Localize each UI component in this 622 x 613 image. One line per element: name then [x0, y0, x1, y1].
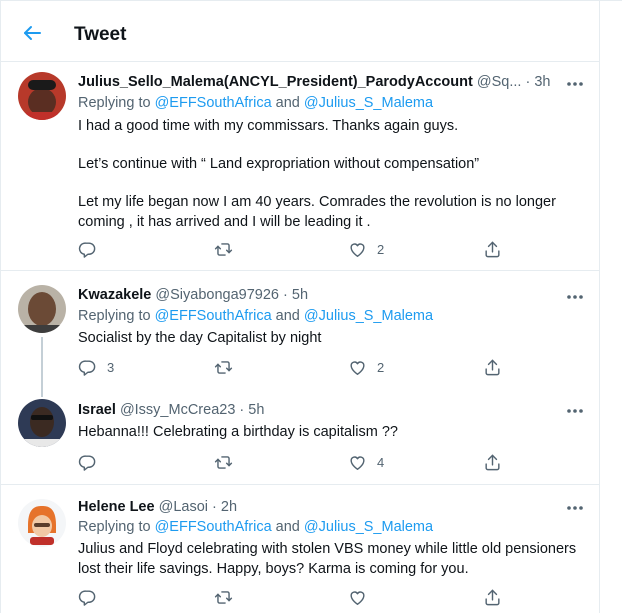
- share-button[interactable]: [483, 453, 502, 472]
- more-icon[interactable]: [566, 503, 584, 513]
- display-name[interactable]: Israel: [78, 402, 116, 418]
- share-icon: [483, 588, 502, 607]
- page-header: Tweet: [0, 1, 599, 62]
- mention-link[interactable]: @Julius_S_Malema: [304, 95, 433, 111]
- tweet-header: Kwazakele @Siyabonga97926 · 5h: [78, 287, 309, 303]
- reply-button[interactable]: [78, 588, 107, 607]
- share-button[interactable]: [483, 240, 502, 259]
- like-button[interactable]: 4: [348, 453, 384, 472]
- tweet-header: Israel @Issy_McCrea23 · 5h: [78, 402, 265, 418]
- mention-link[interactable]: @Julius_S_Malema: [304, 519, 433, 535]
- replying-to: Replying to @EFFSouthAfrica and @Julius_…: [78, 308, 434, 324]
- like-icon: [348, 453, 367, 472]
- handle[interactable]: @Lasoi: [159, 499, 208, 515]
- avatar[interactable]: [18, 399, 66, 447]
- tweet-text: Socialist by the day Capitalist by night: [78, 330, 322, 346]
- avatar[interactable]: [18, 499, 66, 547]
- tweet-text: I had a good time with my commissars. Th…: [78, 118, 556, 230]
- handle[interactable]: @Sq...: [477, 74, 522, 90]
- mention-link[interactable]: @Julius_S_Malema: [304, 308, 433, 324]
- back-button[interactable]: [20, 21, 44, 45]
- avatar[interactable]: [18, 72, 66, 120]
- tweet-header: Helene Lee @Lasoi · 2h: [78, 499, 238, 515]
- handle[interactable]: @Issy_McCrea23: [120, 402, 235, 418]
- avatar[interactable]: [18, 285, 66, 333]
- timestamp[interactable]: 5h: [248, 402, 264, 418]
- avatar-image: [18, 399, 66, 447]
- handle[interactable]: @Siyabonga97926: [155, 287, 279, 303]
- more-icon[interactable]: [566, 406, 584, 416]
- like-button[interactable]: 2: [348, 240, 384, 259]
- avatar-image: [18, 72, 66, 120]
- tweet-text: Hebanna!!! Celebrating a birthday is cap…: [78, 424, 398, 440]
- display-name[interactable]: Julius_Sello_Malema(ANCYL_President)_Par…: [78, 74, 473, 90]
- tweet-reply[interactable]: Kwazakele @Siyabonga97926 · 5h Replying …: [0, 271, 599, 397]
- retweet-icon: [214, 240, 233, 259]
- back-arrow-icon: [24, 26, 41, 40]
- display-name[interactable]: Kwazakele: [78, 287, 151, 303]
- right-border: [599, 0, 600, 613]
- like-icon: [348, 358, 367, 377]
- reply-button[interactable]: [78, 453, 107, 472]
- timestamp[interactable]: 3h: [534, 74, 550, 90]
- like-icon: [348, 588, 367, 607]
- tweet-actions: 4: [78, 453, 583, 475]
- tweet-actions: 3 2: [78, 358, 583, 380]
- tweet-actions: [78, 588, 583, 610]
- tweet-main[interactable]: Julius_Sello_Malema(ANCYL_President)_Par…: [0, 62, 599, 270]
- tweet-reply[interactable]: Israel @Issy_McCrea23 · 5h Hebanna!!! Ce…: [0, 385, 599, 484]
- reply-icon: [78, 453, 97, 472]
- share-icon: [483, 453, 502, 472]
- retweet-button[interactable]: [214, 453, 243, 472]
- mention-link[interactable]: @EFFSouthAfrica: [155, 95, 272, 111]
- retweet-icon: [214, 453, 233, 472]
- reply-button[interactable]: [78, 240, 107, 259]
- avatar-image: [18, 285, 66, 333]
- replying-to: Replying to @EFFSouthAfrica and @Julius_…: [78, 95, 434, 111]
- page-title: Tweet: [74, 24, 127, 45]
- retweet-button[interactable]: [214, 588, 243, 607]
- like-button[interactable]: 2: [348, 358, 384, 377]
- timestamp[interactable]: 5h: [292, 287, 308, 303]
- retweet-button[interactable]: [214, 240, 243, 259]
- tweet-actions: 2: [78, 240, 583, 262]
- more-icon[interactable]: [566, 292, 584, 302]
- reply-icon: [78, 588, 97, 607]
- share-button[interactable]: [483, 358, 502, 377]
- reply-button[interactable]: 3: [78, 358, 114, 377]
- replying-to: Replying to @EFFSouthAfrica and @Julius_…: [78, 519, 434, 535]
- reply-icon: [78, 358, 97, 377]
- more-icon[interactable]: [566, 79, 584, 89]
- avatar-image: [18, 499, 66, 547]
- retweet-icon: [214, 588, 233, 607]
- share-button[interactable]: [483, 588, 502, 607]
- retweet-button[interactable]: [214, 358, 243, 377]
- mention-link[interactable]: @EFFSouthAfrica: [155, 519, 272, 535]
- retweet-icon: [214, 358, 233, 377]
- reply-icon: [78, 240, 97, 259]
- tweet-text: Julius and Floyd celebrating with stolen…: [78, 541, 577, 577]
- display-name[interactable]: Helene Lee: [78, 499, 155, 515]
- timestamp[interactable]: 2h: [221, 499, 237, 515]
- tweet-header: Julius_Sello_Malema(ANCYL_President)_Par…: [78, 74, 551, 90]
- like-button[interactable]: [348, 588, 377, 607]
- tweet-reply[interactable]: Helene Lee @Lasoi · 2h Replying to @EFFS…: [0, 485, 599, 613]
- mention-link[interactable]: @EFFSouthAfrica: [155, 308, 272, 324]
- share-icon: [483, 240, 502, 259]
- share-icon: [483, 358, 502, 377]
- like-icon: [348, 240, 367, 259]
